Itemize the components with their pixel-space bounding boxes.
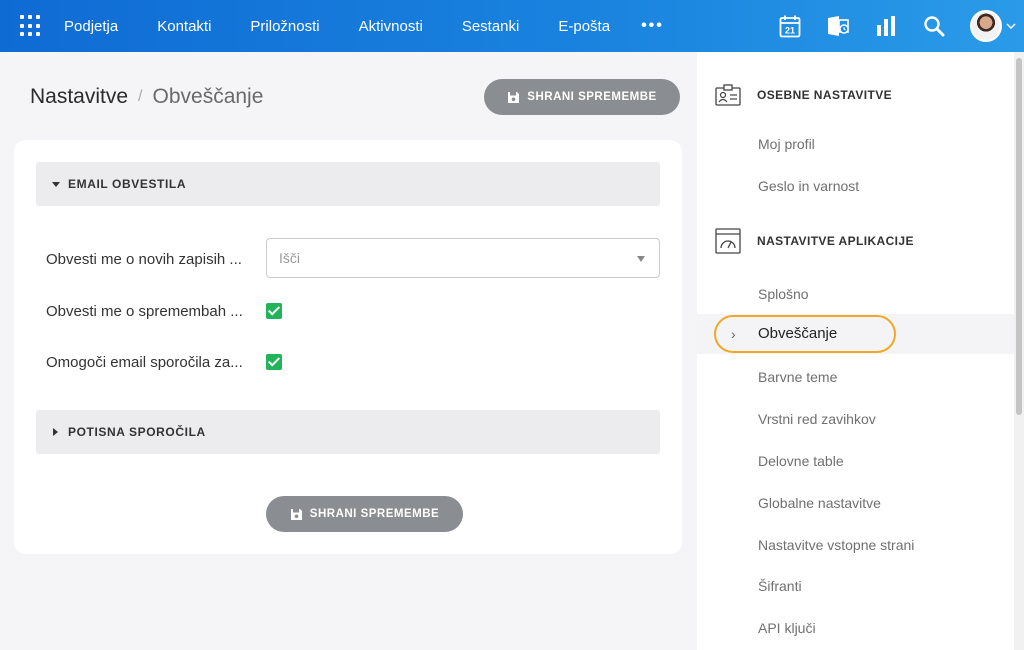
search-icon[interactable] [922,14,946,38]
personal-settings-group: OSEBNE NASTAVITVE [715,84,892,106]
email-notifications-section-header[interactable]: EMAIL OBVESTILA [36,162,660,206]
caret-down-icon [52,181,60,187]
section-title: EMAIL OBVESTILA [68,177,187,191]
highlight-ring [714,315,896,353]
form-label: Obvesti me o spremembah ... [46,303,243,320]
id-card-icon [715,84,741,106]
sidebar-item-splosno[interactable]: Splošno [758,286,809,302]
breadcrumb-root[interactable]: Nastavitve [30,85,128,109]
save-button-label: SHRANI SPREMEMBE [527,91,657,103]
nav-item-podjetja[interactable]: Podjetja [64,18,118,35]
group-title: NASTAVITVE APLIKACIJE [757,234,914,248]
sidebar-item-obvescanje[interactable]: › Obveščanje [697,314,1014,354]
dashboard-gauge-icon [715,228,741,254]
top-right-tools: 21 [778,0,1024,52]
nav-item-aktivnosti[interactable]: Aktivnosti [359,18,423,35]
page-title: Obveščanje [152,85,264,108]
top-navigation-bar: Podjetja Kontakti Priložnosti Aktivnosti… [0,0,1024,52]
statistics-icon[interactable] [874,14,898,38]
sidebar-scrollbar[interactable] [1014,52,1024,650]
calendar-day-number: 21 [785,26,795,36]
nav-item-sestanki[interactable]: Sestanki [462,18,520,35]
sidebar-item-nastavitve-vstopne-strani[interactable]: Nastavitve vstopne strani [758,537,914,553]
form-row-email-messages: Omogoči email sporočila za... [46,354,266,371]
sidebar-item-geslo-in-varnost[interactable]: Geslo in varnost [758,178,859,194]
app-settings-group: NASTAVITVE APLIKACIJE [715,228,914,254]
floppy-disk-icon [290,508,302,520]
form-row-new-records: Obvesti me o novih zapisih ... [46,251,266,268]
sidebar-item-delovne-table[interactable]: Delovne table [758,453,844,469]
save-button-label: SHRANI SPREMEMBE [309,508,440,520]
caret-right-icon [53,428,58,436]
push-notifications-section-header[interactable]: POTISNA SPOROČILA [36,410,660,454]
changes-checkbox[interactable] [266,303,282,319]
form-label: Omogoči email sporočila za... [46,354,243,371]
app-grid-icon[interactable] [20,15,42,37]
records-select[interactable]: Išči [266,238,660,278]
group-title: OSEBNE NASTAVITVE [757,88,893,102]
nav-item-eposta[interactable]: E-pošta [558,18,610,35]
main-content: Nastavitve / Obveščanje SHRANI SPREMEMBE… [0,52,697,650]
exchange-icon[interactable] [826,14,850,38]
select-placeholder: Išči [279,250,300,266]
sidebar-item-barvne-teme[interactable]: Barvne teme [758,369,837,385]
breadcrumb-separator: / [138,88,143,105]
form-label: Obvesti me o novih zapisih ... [46,251,242,268]
sidebar-item-moj-profil[interactable]: Moj profil [758,136,815,152]
user-avatar[interactable] [970,10,1002,42]
scrollbar-thumb[interactable] [1016,58,1022,415]
settings-sidebar: OSEBNE NASTAVITVE Moj profil Geslo in va… [697,52,1014,650]
form-row-changes: Obvesti me o spremembah ... [46,303,266,320]
save-button-bottom[interactable]: SHRANI SPREMEMBE [266,496,463,532]
sidebar-item-sifranti[interactable]: Šifranti [758,578,802,594]
save-button-top[interactable]: SHRANI SPREMEMBE [484,79,680,115]
floppy-disk-icon [508,91,520,103]
sidebar-item-globalne-nastavitve[interactable]: Globalne nastavitve [758,495,881,511]
breadcrumb: Nastavitve / Obveščanje [30,85,263,109]
nav-item-kontakti[interactable]: Kontakti [157,18,211,35]
calendar-icon[interactable]: 21 [778,14,802,38]
sidebar-item-api-kljuci[interactable]: API ključi [758,620,816,636]
caret-down-icon [637,256,645,262]
chevron-down-icon[interactable] [1006,23,1016,29]
section-title: POTISNA SPOROČILA [68,425,206,439]
nav-item-priloznosti[interactable]: Priložnosti [250,18,319,35]
settings-card: EMAIL OBVESTILA Obvesti me o novih zapis… [14,140,682,554]
more-menu-icon[interactable]: ••• [641,17,664,35]
sidebar-item-vrstni-red-zavihkov[interactable]: Vrstni red zavihkov [758,411,876,427]
email-messages-checkbox[interactable] [266,354,282,370]
